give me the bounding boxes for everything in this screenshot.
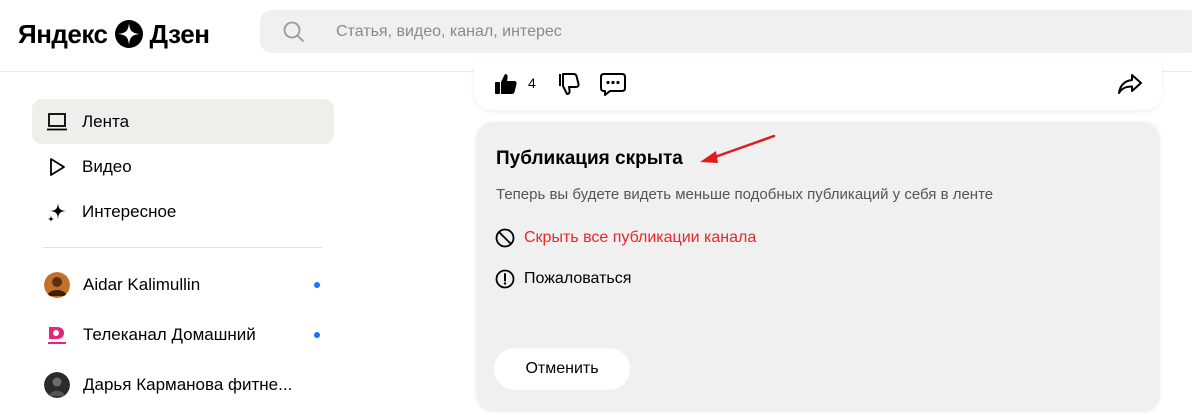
like-button[interactable] — [492, 70, 520, 98]
sparkle-icon — [46, 201, 68, 223]
comment-icon — [600, 73, 626, 96]
block-icon — [494, 227, 516, 249]
search-bar[interactable] — [260, 10, 1192, 53]
dislike-button[interactable] — [554, 70, 582, 98]
thumbs-up-icon — [495, 74, 517, 94]
sidebar-item-interesting[interactable]: Интересное — [32, 189, 334, 234]
sidebar-item-label: Лента — [82, 111, 130, 131]
hide-channel-button[interactable]: Скрыть все публикации канала — [494, 227, 756, 249]
like-count: 4 — [528, 75, 536, 91]
avatar — [44, 372, 70, 398]
sidebar-item-video[interactable]: Видео — [32, 144, 334, 189]
exclamation-circle-icon — [494, 268, 516, 290]
sidebar-item-feed[interactable]: Лента — [32, 99, 334, 144]
avatar — [44, 272, 70, 298]
hidden-publication-card: Публикация скрыта Теперь вы будете видет… — [476, 122, 1160, 412]
new-content-dot — [314, 282, 320, 288]
channel-list: Aidar Kalimullin Телеканал Домашний Дарь… — [32, 260, 334, 410]
notice-description: Теперь вы будете видеть меньше подобных … — [496, 186, 994, 203]
thumbs-down-icon — [559, 73, 580, 95]
logo-text-yandex: Яндекс — [18, 18, 108, 49]
zen-star-icon — [114, 20, 143, 48]
search-icon — [283, 21, 304, 42]
sidebar-divider — [43, 247, 322, 248]
play-icon — [46, 156, 68, 178]
yandex-zen-logo[interactable]: Яндекс Дзен — [18, 14, 210, 54]
logo-text-zen: Дзен — [149, 18, 210, 49]
feed-icon — [46, 111, 68, 133]
comments-button[interactable] — [599, 70, 627, 98]
channel-item[interactable]: Телеканал Домашний — [32, 310, 334, 360]
search-input[interactable] — [336, 10, 1036, 53]
report-button[interactable]: Пожаловаться — [494, 268, 631, 290]
sidebar-item-label: Видео — [82, 156, 132, 176]
share-icon — [1118, 74, 1142, 94]
channel-item[interactable]: Дарья Карманова фитне... — [32, 360, 334, 410]
cancel-button[interactable]: Отменить — [494, 348, 630, 390]
report-label: Пожаловаться — [524, 270, 632, 287]
share-button[interactable] — [1116, 70, 1144, 98]
hide-channel-label: Скрыть все публикации канала — [524, 229, 757, 246]
sidebar-item-label: Интересное — [82, 201, 177, 221]
annotation-arrow-icon — [700, 134, 776, 163]
channel-name: Телеканал Домашний — [83, 325, 256, 344]
channel-name: Дарья Карманова фитне... — [83, 375, 293, 394]
new-content-dot — [314, 332, 320, 338]
channel-item[interactable]: Aidar Kalimullin — [32, 260, 334, 310]
channel-name: Aidar Kalimullin — [83, 275, 201, 294]
avatar — [44, 322, 70, 348]
notice-title: Публикация скрыта — [496, 148, 683, 169]
post-card — [474, 60, 1162, 110]
sidebar-nav: Лента Видео Интересное — [32, 99, 334, 234]
